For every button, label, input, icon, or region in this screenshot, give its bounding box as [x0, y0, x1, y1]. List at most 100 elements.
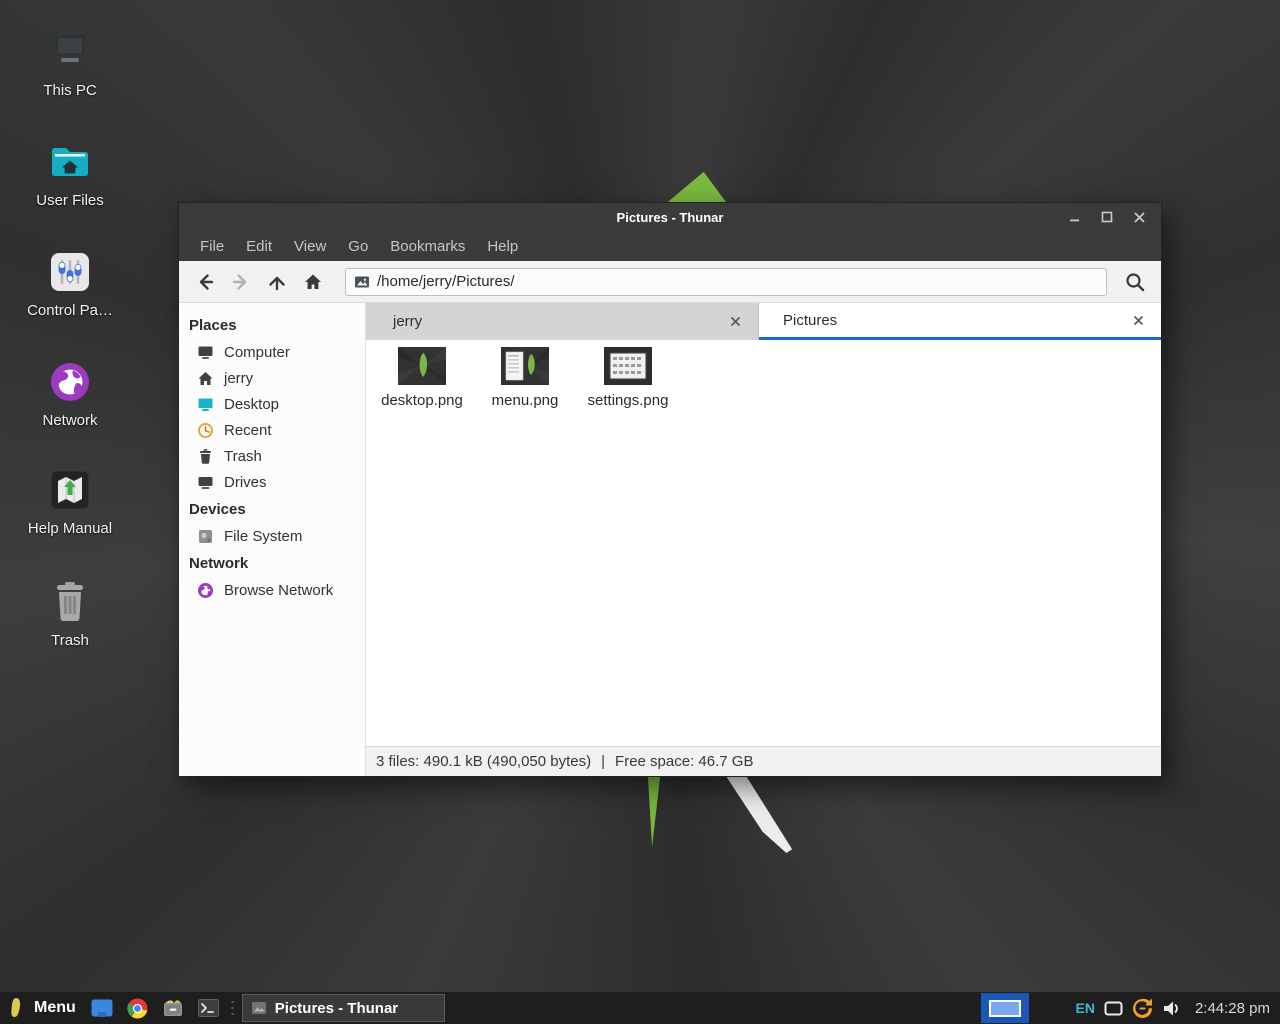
desktop-icon-label: Trash [51, 632, 89, 649]
update-manager-icon[interactable] [1132, 998, 1153, 1019]
desktop-icon-label: Network [42, 412, 97, 429]
home-icon [197, 370, 214, 387]
sidebar-item-jerry[interactable]: jerry [179, 365, 365, 391]
toolbar: /home/jerry/Pictures/ [179, 261, 1161, 303]
show-desktop-icon [91, 999, 113, 1017]
desktop-icon-network[interactable]: Network [10, 356, 130, 460]
status-files-text: 3 files: 490.1 kB (490,050 bytes) [376, 753, 591, 770]
search-icon [1124, 271, 1146, 293]
keyboard-layout-indicator[interactable]: EN [1075, 1000, 1094, 1016]
image-thumbnail [604, 346, 652, 386]
workspace-switcher[interactable] [981, 993, 1029, 1023]
taskbar-window-button[interactable]: Pictures - Thunar [242, 994, 445, 1022]
drives-icon [197, 474, 214, 491]
titlebar[interactable]: Pictures - Thunar [179, 203, 1161, 231]
clock[interactable]: 2:44:28 pm [1189, 1000, 1280, 1017]
computer-icon [197, 344, 214, 361]
menu-view[interactable]: View [283, 234, 337, 259]
terminal-launcher[interactable] [191, 992, 226, 1024]
file-desktop-png[interactable]: desktop.png [378, 346, 466, 409]
image-folder-icon [354, 274, 370, 290]
sidebar-header-devices: Devices [179, 495, 365, 523]
menubar: File Edit View Go Bookmarks Help [179, 231, 1161, 261]
sidebar-header-places: Places [179, 311, 365, 339]
menu-go[interactable]: Go [337, 234, 379, 259]
back-button[interactable] [187, 266, 223, 298]
sidebar-item-file-system[interactable]: File System [179, 523, 365, 549]
sidebar-item-label: File System [224, 528, 302, 545]
desktop-icon-label: Help Manual [28, 520, 112, 537]
chrome-icon [127, 998, 148, 1019]
menu-help[interactable]: Help [476, 234, 529, 259]
menu-bookmarks[interactable]: Bookmarks [379, 234, 476, 259]
tab-jerry[interactable]: jerry [366, 303, 759, 340]
desktop-icon-label: User Files [36, 192, 104, 209]
sidebar: Places Computer jerry Desktop Recent [179, 303, 366, 776]
up-button[interactable] [259, 266, 295, 298]
home-button[interactable] [295, 266, 331, 298]
recent-clock-icon [197, 422, 214, 439]
sidebar-item-label: Recent [224, 422, 272, 439]
file-settings-png[interactable]: settings.png [584, 346, 672, 409]
panel-handle[interactable] [229, 998, 237, 1018]
desktop-icon-label: Control Pa… [27, 302, 113, 319]
file-manager-launcher[interactable] [155, 992, 191, 1024]
status-divider: | [601, 753, 605, 770]
computer-icon [44, 26, 96, 78]
desktop-icon-trash[interactable]: Trash [10, 576, 130, 680]
mint-menu-logo-icon [7, 996, 25, 1020]
minimize-button[interactable] [1059, 203, 1091, 231]
desktop-icon-this-pc[interactable]: This PC [10, 26, 130, 130]
sidebar-item-recent[interactable]: Recent [179, 417, 365, 443]
workspace-active[interactable] [989, 1000, 1021, 1017]
window-title: Pictures - Thunar [179, 210, 1161, 225]
tab-close-icon[interactable] [1129, 311, 1147, 329]
path-text: /home/jerry/Pictures/ [377, 273, 515, 290]
trash-icon [197, 448, 214, 465]
file-cabinet-icon [162, 998, 184, 1018]
sidebar-item-trash[interactable]: Trash [179, 443, 365, 469]
image-thumbnail [501, 346, 549, 386]
up-arrow-icon [267, 272, 287, 292]
sidebar-item-label: jerry [224, 370, 253, 387]
system-tray: EN [1075, 998, 1188, 1019]
sidebar-item-computer[interactable]: Computer [179, 339, 365, 365]
sidebar-item-label: Drives [224, 474, 267, 491]
home-folder-icon [44, 136, 96, 188]
show-desktop-button[interactable] [84, 992, 120, 1024]
menu-button[interactable] [0, 992, 32, 1024]
close-button[interactable] [1123, 203, 1155, 231]
sidebar-item-label: Computer [224, 344, 290, 361]
tab-close-icon[interactable] [726, 313, 744, 331]
desktop-icon-control-panel[interactable]: Control Pa… [10, 246, 130, 350]
image-thumbnail [398, 346, 446, 386]
desktop-icon-help-manual[interactable]: Help Manual [10, 464, 130, 568]
sidebar-item-browse-network[interactable]: Browse Network [179, 577, 365, 603]
menu-button-label[interactable]: Menu [32, 999, 84, 1017]
file-menu-png[interactable]: menu.png [481, 346, 569, 409]
sidebar-item-drives[interactable]: Drives [179, 469, 365, 495]
path-bar[interactable]: /home/jerry/Pictures/ [345, 268, 1107, 296]
tab-bar: jerry Pictures [366, 303, 1161, 340]
forward-button[interactable] [223, 266, 259, 298]
desktop-icon-user-files[interactable]: User Files [10, 136, 130, 240]
maximize-button[interactable] [1091, 203, 1123, 231]
network-globe-icon [44, 356, 96, 408]
back-arrow-icon [195, 272, 215, 292]
sidebar-item-label: Desktop [224, 396, 279, 413]
chrome-launcher[interactable] [120, 992, 155, 1024]
display-tray-icon[interactable] [1104, 1001, 1123, 1016]
hard-drive-icon [197, 528, 214, 545]
volume-icon[interactable] [1162, 1000, 1181, 1017]
file-view[interactable]: desktop.png [366, 340, 1161, 746]
tab-pictures[interactable]: Pictures [759, 303, 1161, 340]
menu-file[interactable]: File [189, 234, 235, 259]
thunar-window: Pictures - Thunar File Edit View Go Book… [178, 202, 1162, 777]
menu-edit[interactable]: Edit [235, 234, 283, 259]
trash-icon [44, 576, 96, 628]
sidebar-item-label: Browse Network [224, 582, 333, 599]
sidebar-item-desktop[interactable]: Desktop [179, 391, 365, 417]
terminal-icon [198, 999, 219, 1017]
tab-label: jerry [393, 313, 422, 330]
search-button[interactable] [1117, 266, 1153, 298]
